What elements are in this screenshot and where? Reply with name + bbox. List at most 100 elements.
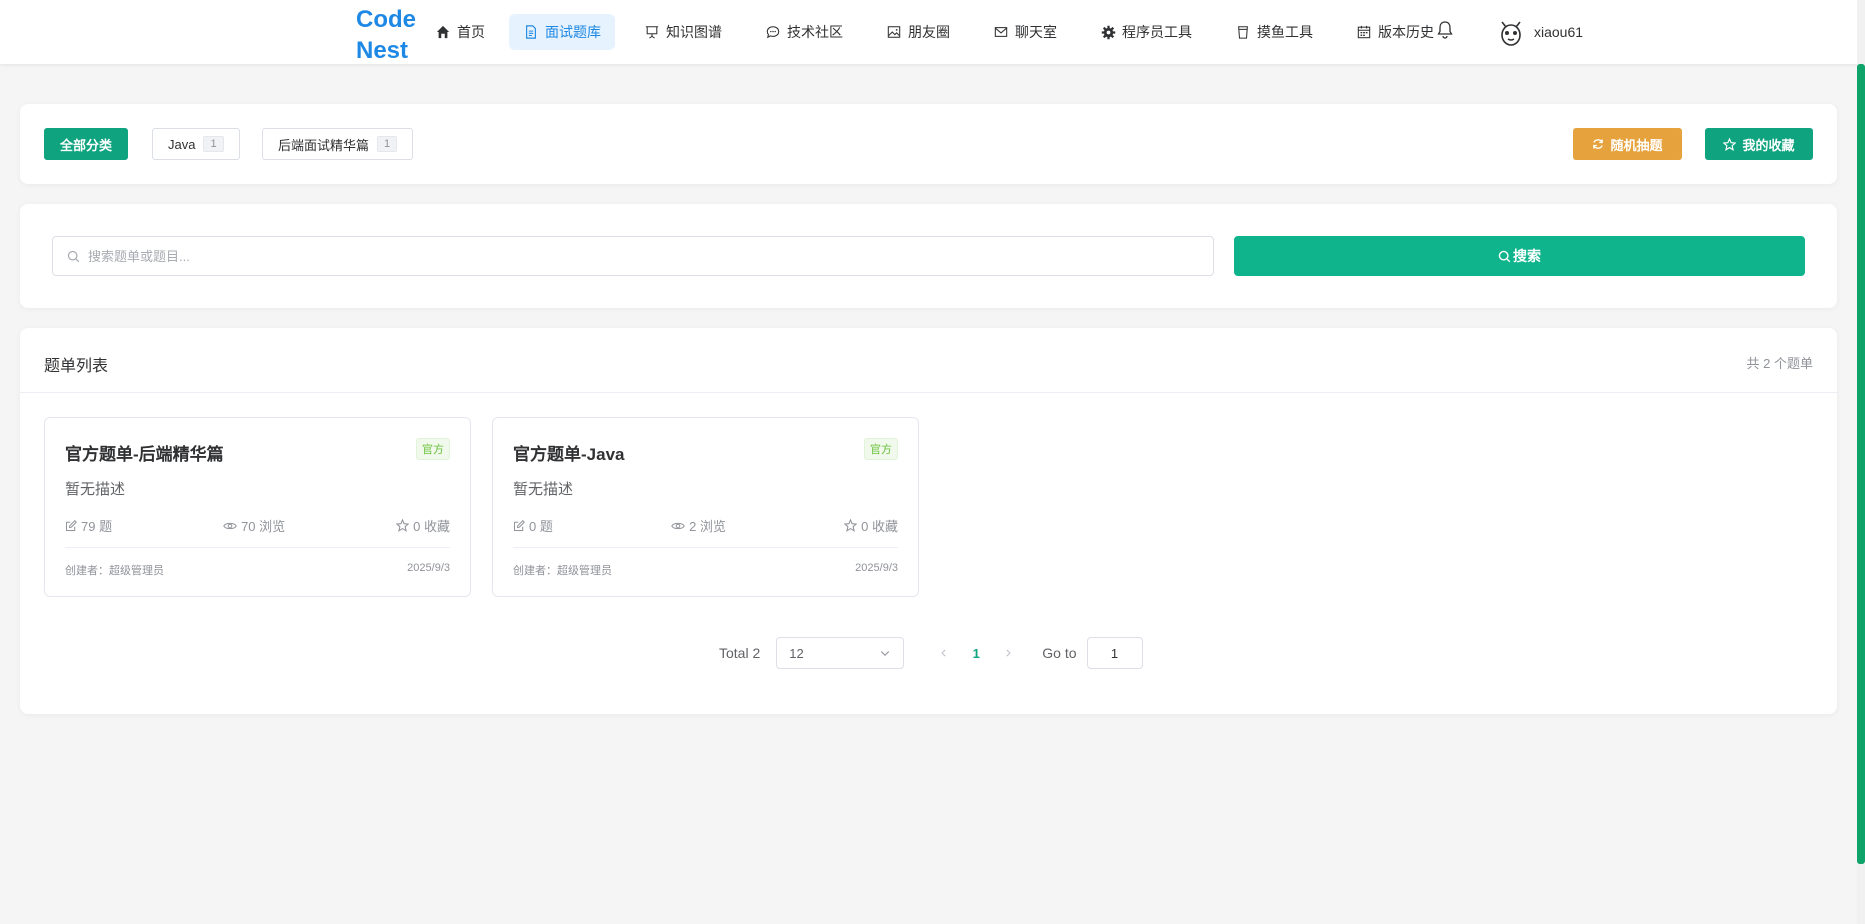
picture-icon — [886, 24, 902, 40]
favorite-count-value: 0 收藏 — [413, 519, 450, 534]
created-date: 2025/9/3 — [407, 562, 450, 574]
question-set-title: 官方题单-后端精华篇 — [65, 445, 224, 464]
question-set-list-card: 题单列表 共 2 个题单 官方题单-后端精华篇 官方 暂无描述 79 题 70 … — [20, 328, 1837, 714]
cup-icon — [1235, 24, 1251, 40]
nav-item-moments[interactable]: 朋友圈 — [872, 14, 964, 50]
nav-item-dev-tools[interactable]: 程序员工具 — [1086, 14, 1206, 50]
refresh-icon — [1593, 139, 1604, 149]
nav-item-interview-bank[interactable]: 面试题库 — [509, 14, 615, 50]
nav-item-label: 面试题库 — [545, 24, 601, 40]
official-badge: 官方 — [416, 438, 450, 460]
nav-item-label: 技术社区 — [787, 24, 843, 40]
category-label: Java — [168, 136, 196, 152]
my-favorites-label: 我的收藏 — [1742, 137, 1795, 153]
search-button-label: 搜索 — [1513, 248, 1541, 264]
question-set-card[interactable]: 官方题单-Java 官方 暂无描述 0 题 2 浏览 0 收藏 创建者：超级管理… — [492, 417, 919, 597]
favorite-count: 0 收藏 — [844, 516, 898, 535]
goto-page-input[interactable]: 1 — [1086, 637, 1143, 669]
nav-item-label: 朋友圈 — [908, 24, 950, 40]
view-count-value: 70 浏览 — [241, 519, 286, 534]
favorite-count: 0 收藏 — [396, 516, 450, 535]
nav-item-label: 版本历史 — [1378, 24, 1434, 40]
creator: 创建者：超级管理员 — [513, 565, 612, 577]
bell-icon[interactable] — [1436, 20, 1454, 40]
nav-item-home[interactable]: 首页 — [421, 14, 499, 50]
prev-page-button[interactable] — [928, 637, 960, 669]
home-icon — [435, 24, 451, 40]
logo-line-2: Nest — [356, 37, 409, 64]
divider — [513, 547, 898, 548]
user-menu[interactable]: xiaou61 — [1496, 16, 1583, 48]
created-date: 2025/9/3 — [855, 562, 898, 574]
search-box[interactable] — [52, 236, 1214, 276]
question-set-title: 官方题单-Java — [513, 445, 625, 464]
goto-page: Go to 1 — [1042, 637, 1143, 669]
goto-label: Go to — [1042, 645, 1077, 661]
random-question-label: 随机抽题 — [1610, 137, 1663, 153]
question-count-value: 0 题 — [529, 519, 553, 534]
nav-item-label: 程序员工具 — [1122, 24, 1192, 40]
search-button[interactable]: 搜索 — [1234, 236, 1805, 276]
view-count-value: 2 浏览 — [689, 519, 726, 534]
scrollbar-thumb[interactable] — [1857, 64, 1865, 864]
count-badge: 1 — [203, 136, 224, 152]
question-set-stats: 0 题 2 浏览 0 收藏 — [513, 516, 898, 535]
view-count: 70 浏览 — [223, 516, 285, 535]
page-size-select[interactable]: 12 — [776, 637, 905, 669]
question-set-description: 暂无描述 — [513, 481, 574, 498]
list-header: 题单列表 共 2 个题单 — [20, 328, 1837, 393]
next-page-button[interactable] — [992, 637, 1024, 669]
nav-item-chatroom[interactable]: 聊天室 — [979, 14, 1071, 50]
view-count: 2 浏览 — [671, 516, 726, 535]
nav-item-label: 首页 — [457, 24, 485, 40]
star-icon — [396, 519, 410, 532]
page-scrollbar[interactable] — [1857, 0, 1865, 924]
random-question-button[interactable]: 随机抽题 — [1573, 128, 1682, 160]
star-icon — [1723, 137, 1737, 151]
question-count-value: 79 题 — [81, 519, 113, 534]
chevron-down-icon — [881, 651, 890, 657]
main-nav: 首页 面试题库 知识图谱 技术社区 朋友圈 聊天室 程序员工具 摸鱼工具 版本历… — [421, 14, 1463, 50]
category-label: 全部分类 — [60, 137, 113, 153]
creator: 创建者：超级管理员 — [65, 565, 164, 577]
page-number-current[interactable]: 1 — [960, 646, 992, 661]
question-count: 79 题 — [65, 516, 112, 535]
chat-icon — [765, 24, 781, 40]
star-icon — [844, 519, 858, 532]
eye-icon — [671, 522, 685, 529]
avatar — [1496, 16, 1526, 48]
favorite-count-value: 0 收藏 — [861, 519, 898, 534]
logo[interactable]: Code Nest — [356, 4, 416, 66]
page-size-value: 12 — [789, 645, 804, 661]
top-navbar: Code Nest 首页 面试题库 知识图谱 技术社区 朋友圈 聊天室 程序员工… — [0, 0, 1857, 64]
nav-item-community[interactable]: 技术社区 — [751, 14, 857, 50]
nav-item-version-history[interactable]: 版本历史 — [1342, 14, 1448, 50]
chevron-right-icon — [1006, 649, 1011, 657]
my-favorites-button[interactable]: 我的收藏 — [1705, 128, 1813, 160]
document-icon — [523, 24, 539, 40]
presentation-icon — [644, 24, 660, 40]
edit-icon — [66, 519, 77, 531]
nav-item-fun-tools[interactable]: 摸鱼工具 — [1221, 14, 1327, 50]
question-set-stats: 79 题 70 浏览 0 收藏 — [65, 516, 450, 535]
search-card: 搜索 — [20, 204, 1837, 308]
search-icon — [67, 250, 80, 262]
divider — [65, 547, 450, 548]
nav-item-knowledge-graph[interactable]: 知识图谱 — [630, 14, 736, 50]
official-badge: 官方 — [864, 438, 898, 460]
pagination: Total 2 12 1 Go to 1 — [719, 637, 1143, 669]
list-title: 题单列表 — [44, 358, 109, 375]
edit-icon — [514, 519, 525, 531]
pagination-total: Total 2 — [719, 645, 761, 661]
category-all-button[interactable]: 全部分类 — [44, 128, 129, 160]
list-total-count: 共 2 个题单 — [1746, 356, 1813, 371]
message-icon — [993, 24, 1009, 40]
search-input[interactable] — [88, 248, 1188, 264]
gear-icon — [1100, 24, 1116, 40]
question-set-card[interactable]: 官方题单-后端精华篇 官方 暂无描述 79 题 70 浏览 0 收藏 创建者：超… — [44, 417, 471, 597]
category-backend-button[interactable]: 后端面试精华篇 1 — [262, 128, 414, 160]
username: xiaou61 — [1534, 24, 1584, 40]
category-filter-card: 全部分类 Java 1 后端面试精华篇 1 随机抽题 我的收藏 — [20, 104, 1837, 184]
nav-item-label: 知识图谱 — [666, 24, 722, 40]
category-java-button[interactable]: Java 1 — [152, 128, 240, 160]
